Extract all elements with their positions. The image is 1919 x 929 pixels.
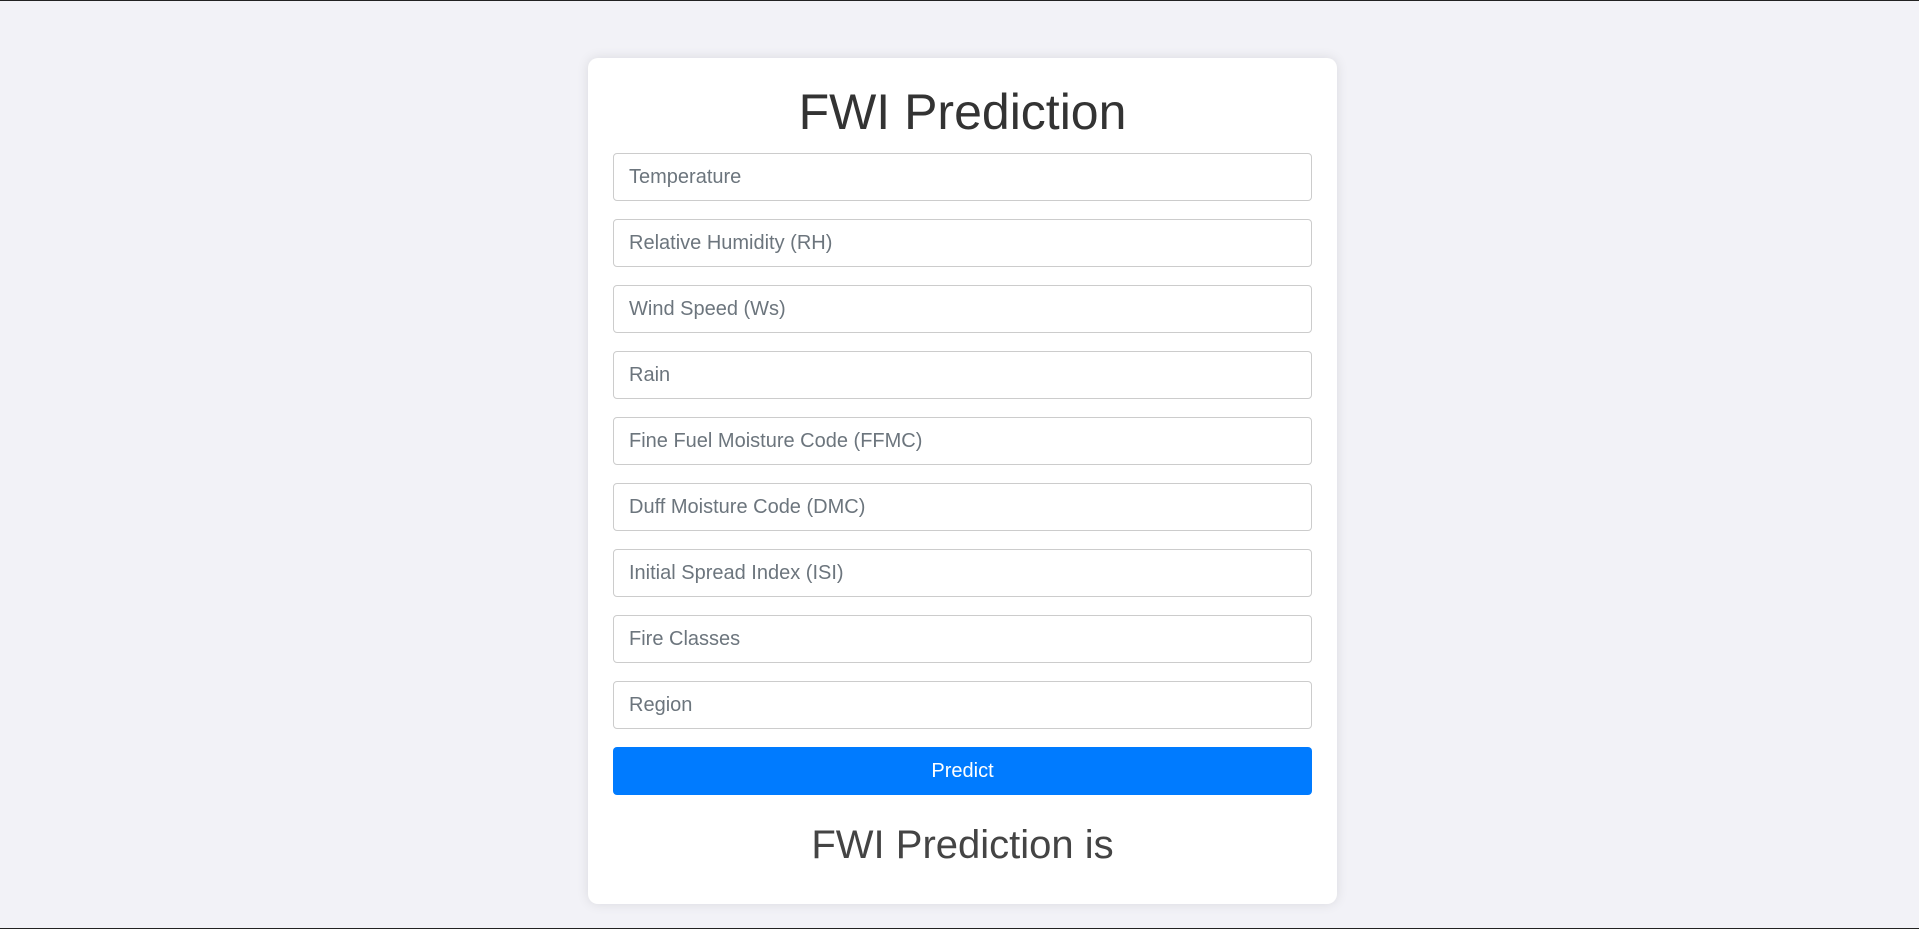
prediction-form: Predict bbox=[613, 153, 1312, 795]
rain-input[interactable] bbox=[613, 351, 1312, 399]
fire-classes-input[interactable] bbox=[613, 615, 1312, 663]
page-title: FWI Prediction bbox=[798, 84, 1127, 140]
ffmc-input[interactable] bbox=[613, 417, 1312, 465]
dmc-input[interactable] bbox=[613, 483, 1312, 531]
prediction-card: FWI Prediction Predict FWI Prediction is bbox=[588, 58, 1337, 904]
temperature-input[interactable] bbox=[613, 153, 1312, 201]
wind-speed-input[interactable] bbox=[613, 285, 1312, 333]
isi-input[interactable] bbox=[613, 549, 1312, 597]
prediction-result: FWI Prediction is bbox=[811, 823, 1114, 867]
region-input[interactable] bbox=[613, 681, 1312, 729]
predict-button[interactable]: Predict bbox=[613, 747, 1312, 795]
relative-humidity-input[interactable] bbox=[613, 219, 1312, 267]
